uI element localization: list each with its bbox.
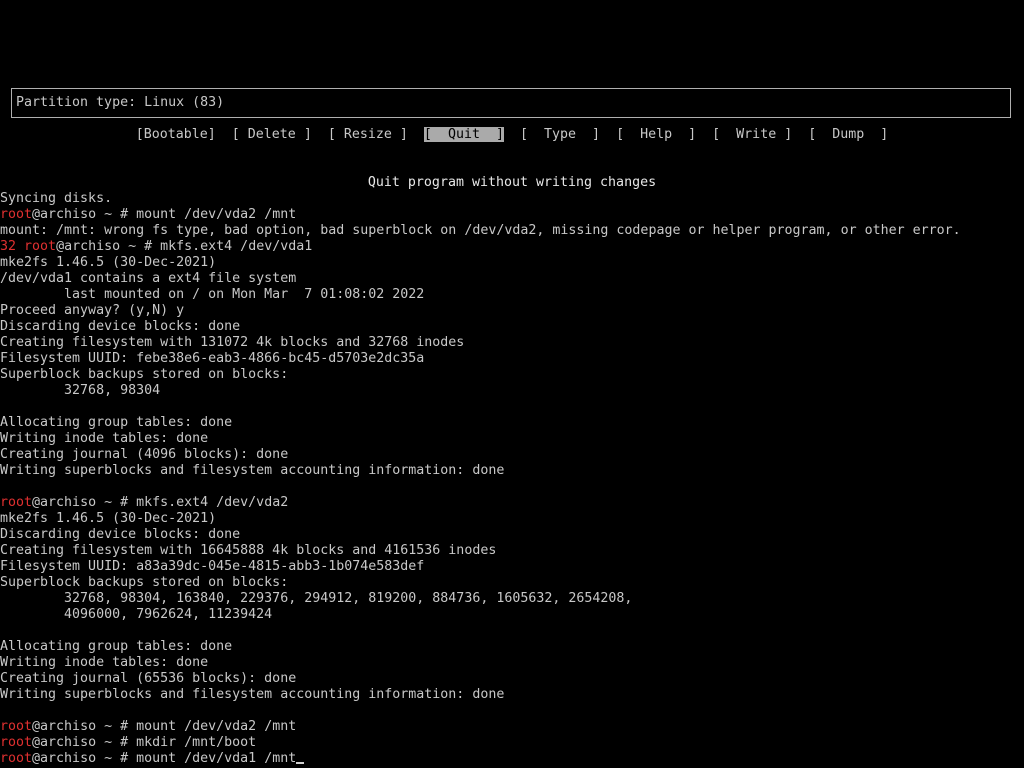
terminal-line: root@archiso ~ # mount /dev/vda1 /mnt [0,751,1024,767]
terminal-line: Superblock backups stored on blocks: [0,575,289,590]
terminal-line: Creating filesystem with 16645888 4k blo… [0,543,497,558]
terminal-line: root@archiso ~ # mkfs.ext4 /dev/vda2 [0,495,1024,511]
terminal-line: Discarding device blocks: done [0,527,241,542]
terminal-line: Discarding device blocks: done [0,319,241,334]
terminal-line: Creating journal (65536 blocks): done [0,671,297,686]
command-text: @archiso ~ # mount /dev/vda2 /mnt [32,719,297,734]
terminal-line: Creating journal (4096 blocks): done [0,447,289,462]
command-text: @archiso ~ # mount /dev/vda1 /mnt [32,751,297,766]
exit-code: 32 [0,239,25,254]
prompt-user: root [0,495,33,510]
terminal-line: Filesystem UUID: a83a39dc-045e-4815-abb3… [0,559,425,574]
text-cursor [296,762,305,764]
command-text: @archiso ~ # mkfs.ext4 /dev/vda1 [56,239,313,254]
terminal-line: Proceed anyway? (y,N) y [0,303,185,318]
menu-hint: Quit program without writing changes [367,175,657,190]
command-text: @archiso ~ # mount /dev/vda2 /mnt [32,207,297,222]
terminal-line: Writing inode tables: done [0,655,209,670]
command-text: @archiso ~ # mkfs.ext4 /dev/vda2 [32,495,289,510]
menu-item-dump[interactable]: [ Dump ] [808,127,888,142]
terminal-line: 32 root@archiso ~ # mkfs.ext4 /dev/vda1 [0,239,1024,255]
prompt-user: root [0,735,33,750]
menu-item-type[interactable]: [ Type ] [520,127,600,142]
prompt-user: root [0,719,33,734]
terminal-line: mount: /mnt: wrong fs type, bad option, … [0,223,961,238]
terminal-line: Superblock backups stored on blocks: [0,367,289,382]
menu-item-bootable[interactable]: [Bootable] [136,127,216,142]
cfdisk-menu-bar: [Bootable] [ Delete ] [ Resize ] [ Quit … [0,127,1024,143]
prompt-user: root [0,751,33,766]
terminal-line: last mounted on / on Mon Mar 7 01:08:02 … [0,287,425,302]
partition-type-box: Partition type: Linux (83) [11,88,1011,118]
menu-item-delete[interactable]: [ Delete ] [232,127,312,142]
terminal-line: mke2fs 1.46.5 (30-Dec-2021) [0,511,217,526]
prompt-user: root [0,207,33,222]
menu-item-help[interactable]: [ Help ] [616,127,696,142]
terminal-line: 32768, 98304, 163840, 229376, 294912, 81… [0,591,633,606]
terminal-line: Allocating group tables: done [0,639,233,654]
prompt-user: root [24,239,57,254]
terminal-output[interactable]: Syncing disks. root@archiso ~ # mount /de… [0,191,1024,767]
terminal-line: Writing inode tables: done [0,431,209,446]
terminal-line: Writing superblocks and filesystem accou… [0,463,505,478]
terminal-line: /dev/vda1 contains a ext4 file system [0,271,297,286]
terminal-line: root@archiso ~ # mkdir /mnt/boot [0,735,1024,751]
terminal-line: Allocating group tables: done [0,415,233,430]
menu-item-quit[interactable]: [ Quit ] [423,127,504,142]
terminal-line: root@archiso ~ # mount /dev/vda2 /mnt [0,719,1024,735]
menu-item-resize[interactable]: [ Resize ] [328,127,408,142]
terminal-line: Syncing disks. [0,191,113,206]
menu-item-write[interactable]: [ Write ] [712,127,792,142]
terminal-line: mke2fs 1.46.5 (30-Dec-2021) [0,255,217,270]
terminal-line: root@archiso ~ # mount /dev/vda2 /mnt [0,207,1024,223]
terminal-line: 4096000, 7962624, 11239424 [0,607,273,622]
command-text: @archiso ~ # mkdir /mnt/boot [32,735,257,750]
partition-type-text: Partition type: Linux (83) [16,95,225,110]
terminal-line: Writing superblocks and filesystem accou… [0,687,505,702]
terminal-line: Creating filesystem with 131072 4k block… [0,335,465,350]
terminal-line: 32768, 98304 [0,383,161,398]
terminal-line: Filesystem UUID: febe38e6-eab3-4866-bc45… [0,351,425,366]
